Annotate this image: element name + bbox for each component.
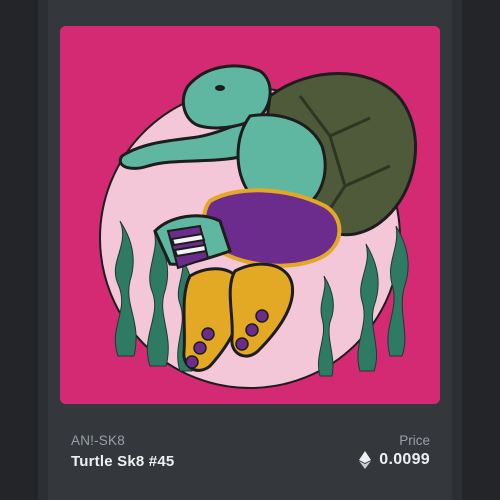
right-background-strip xyxy=(462,0,500,500)
collection-name[interactable]: AN!-SK8 xyxy=(71,433,125,448)
nft-meta: AN!-SK8 Turtle Sk8 #45 Price 0.0099 xyxy=(71,433,430,478)
nft-card[interactable]: AN!-SK8 Turtle Sk8 #45 Price 0.0099 xyxy=(48,0,452,500)
turtle-skater-illustration xyxy=(60,26,440,404)
price-row: 0.0099 xyxy=(359,451,430,469)
token-title[interactable]: Turtle Sk8 #45 xyxy=(71,453,174,470)
left-background-strip xyxy=(0,0,38,500)
price-label: Price xyxy=(399,433,430,448)
nft-artwork[interactable] xyxy=(60,26,440,404)
price-value: 0.0099 xyxy=(379,451,430,468)
ethereum-icon xyxy=(359,451,372,469)
